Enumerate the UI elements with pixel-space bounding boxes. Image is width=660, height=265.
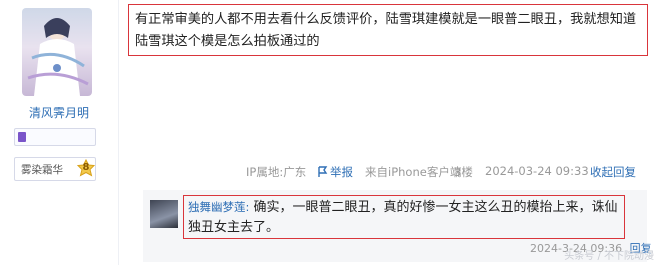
username[interactable]: 清风霁月明: [0, 104, 118, 121]
level-chip: [14, 128, 96, 146]
reply-content: 独舞幽梦莲: 确实，一眼普二眼丑，真的好惨一女主这么丑的模抬上来，诛仙独丑女主去…: [183, 195, 625, 239]
post-meta: IP属地:广东 举报 来自iPhone客户端 3楼 2024-03-24 09:…: [240, 164, 640, 182]
member-badge[interactable]: 雾染霜华 8: [14, 157, 96, 181]
badge-level-icon: 8: [76, 159, 96, 179]
badge-level-number: 8: [82, 162, 90, 173]
reply-avatar[interactable]: [150, 200, 178, 228]
report-link[interactable]: 举报: [330, 164, 353, 180]
reply-text: 确实，一眼普二眼丑，真的好惨一女主这么丑的模抬上来，诛仙独丑女主去了。: [188, 200, 618, 235]
report-icon[interactable]: [318, 166, 328, 178]
ip-location: IP属地:广东: [246, 165, 307, 179]
reply-username[interactable]: 独舞幽梦莲:: [188, 200, 249, 214]
post-content: 有正常审美的人都不用去看什么反馈评价，陆雪琪建模就是一眼普二眼丑，我就想知道陆雪…: [128, 4, 648, 56]
post-time: 2024-03-24 09:33: [485, 164, 589, 178]
author-sidebar: 清风霁月明 雾染霜华 8: [0, 0, 118, 265]
floor-number: 3楼: [454, 165, 473, 179]
client-source: 来自iPhone客户端: [365, 165, 462, 179]
avatar[interactable]: [22, 8, 92, 96]
watermark: 头条号 / 不下院动漫: [564, 251, 654, 262]
badge-label: 雾染霜华: [21, 164, 63, 176]
level-icon: [18, 132, 26, 142]
sidebar-divider: [118, 0, 119, 265]
fold-replies-link[interactable]: 收起回复: [590, 164, 636, 180]
